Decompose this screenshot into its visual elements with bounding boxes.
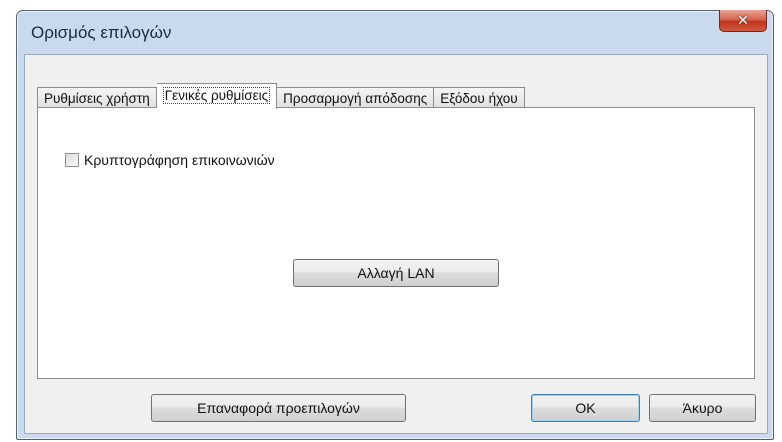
general-settings-panel: Κρυπτογράφηση επικοινωνιών Αλλαγή LAN [37, 107, 755, 379]
encrypt-communications-option[interactable]: Κρυπτογράφηση επικοινωνιών [65, 152, 275, 168]
tab-user-settings[interactable]: Ρυθμίσεις χρήστη [37, 87, 157, 109]
cancel-button[interactable]: Άκυρο [649, 394, 756, 422]
change-lan-button[interactable]: Αλλαγή LAN [293, 259, 499, 287]
ok-button[interactable]: OK [531, 394, 640, 422]
tab-audio-output[interactable]: Εξόδου ήχου [434, 87, 525, 109]
encrypt-communications-label[interactable]: Κρυπτογράφηση επικοινωνιών [84, 152, 275, 168]
tab-strip: Ρυθμίσεις χρήστη Γενικές ρυθμίσεις Προσα… [37, 83, 525, 109]
window-title: Ορισμός επιλογών [31, 23, 172, 42]
reset-defaults-button[interactable]: Επαναφορά προεπιλογών [151, 394, 406, 422]
tab-performance-tuning[interactable]: Προσαρμογή απόδοσης [277, 87, 435, 109]
encrypt-communications-checkbox[interactable] [65, 153, 79, 167]
dialog-client-area: Ρυθμίσεις χρήστη Γενικές ρυθμίσεις Προσα… [24, 54, 768, 434]
tab-general-settings[interactable]: Γενικές ρυθμίσεις [156, 83, 278, 109]
close-button[interactable]: ✕ [719, 10, 767, 32]
options-dialog: Ορισμός επιλογών ✕ Ρυθμίσεις χρήστη Γενι… [16, 10, 774, 440]
close-icon: ✕ [737, 12, 749, 29]
